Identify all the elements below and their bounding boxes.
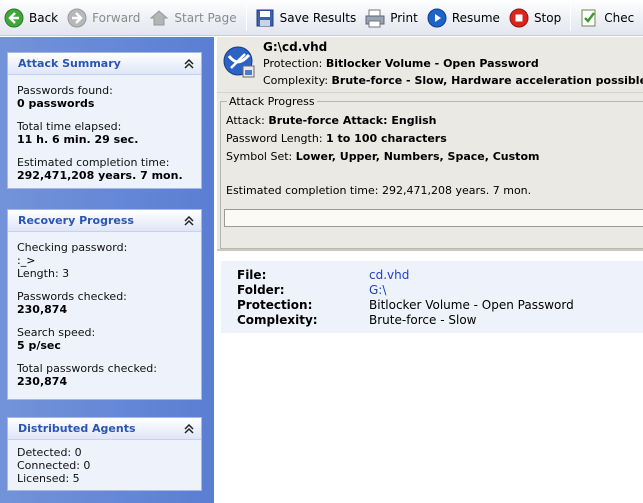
distributed-agents-panel: Distributed Agents Detected: 0 Connected… bbox=[7, 417, 202, 491]
attack-summary-title: Attack Summary bbox=[18, 57, 121, 70]
recovery-progress-title: Recovery Progress bbox=[18, 214, 134, 227]
symbol-set-line: Symbol Set: Lower, Upper, Numbers, Space… bbox=[226, 150, 540, 163]
completion-time-value: 292,471,208 years. 7 mon. bbox=[17, 169, 183, 182]
toolbar-separator bbox=[245, 4, 247, 31]
length-label: Length: 3 bbox=[17, 267, 70, 280]
printer-icon bbox=[364, 7, 386, 29]
file-link[interactable]: cd.vhd bbox=[369, 268, 409, 282]
file-details-panel: File: cd.vhd Folder: G:\ Protection: Bit… bbox=[221, 261, 643, 333]
password-length-line: Password Length: 1 to 100 characters bbox=[226, 132, 447, 145]
attack-progress-legend: Attack Progress bbox=[227, 95, 317, 108]
collapse-chevron-icon[interactable] bbox=[183, 215, 195, 227]
time-elapsed-value: 11 h. 6 min. 29 sec. bbox=[17, 133, 139, 146]
toolbar: Back Forward Start Page Save Results Pri… bbox=[0, 0, 643, 36]
back-button[interactable]: Back bbox=[0, 3, 63, 33]
total-checked-label: Total passwords checked: bbox=[17, 362, 157, 375]
check-document-icon bbox=[578, 7, 600, 29]
print-button[interactable]: Print bbox=[361, 3, 423, 33]
attack-progress-bar bbox=[224, 209, 643, 227]
completion-time-label: Estimated completion time: bbox=[17, 156, 170, 169]
main-area: G:\cd.vhd Protection: Bitlocker Volume -… bbox=[217, 37, 643, 503]
back-arrow-icon bbox=[3, 7, 25, 29]
search-speed-label: Search speed: bbox=[17, 326, 96, 339]
check-button[interactable]: Chec bbox=[575, 3, 639, 33]
attack-progress-section: Attack Progress Attack: Brute-force Atta… bbox=[217, 93, 643, 251]
home-icon bbox=[148, 7, 170, 29]
file-header: G:\cd.vhd Protection: Bitlocker Volume -… bbox=[217, 37, 643, 93]
toolbar-separator bbox=[570, 4, 572, 31]
forward-button[interactable]: Forward bbox=[63, 3, 145, 33]
forward-arrow-icon bbox=[66, 7, 88, 29]
passwords-found-label: Passwords found: bbox=[17, 84, 113, 97]
bitlocker-logo-icon bbox=[223, 46, 256, 80]
floppy-disk-icon bbox=[254, 7, 276, 29]
attack-summary-header[interactable]: Attack Summary bbox=[8, 53, 201, 75]
header-protection-line: Protection: Bitlocker Volume - Open Pass… bbox=[263, 57, 539, 70]
time-elapsed-label: Total time elapsed: bbox=[17, 120, 122, 133]
file-path-title: G:\cd.vhd bbox=[263, 40, 328, 54]
stop-button[interactable]: Stop bbox=[505, 3, 566, 33]
estimated-completion-line: Estimated completion time: 292,471,208 y… bbox=[226, 184, 532, 197]
play-icon bbox=[426, 7, 448, 29]
total-checked-value: 230,874 bbox=[17, 375, 68, 388]
agents-connected: Connected: 0 bbox=[17, 459, 91, 472]
save-results-button[interactable]: Save Results bbox=[251, 3, 362, 33]
passwords-found-value: 0 passwords bbox=[17, 97, 95, 110]
sidebar: Attack Summary Passwords found: 0 passwo… bbox=[0, 37, 214, 503]
start-page-button[interactable]: Start Page bbox=[145, 3, 241, 33]
attack-line: Attack: Brute-force Attack: English bbox=[226, 114, 437, 127]
search-speed-value: 5 p/sec bbox=[17, 339, 61, 352]
agents-licensed: Licensed: 5 bbox=[17, 472, 80, 485]
passwords-checked-value: 230,874 bbox=[17, 303, 68, 316]
recovery-progress-panel: Recovery Progress Checking password: :_>… bbox=[7, 209, 202, 400]
passwords-checked-label: Passwords checked: bbox=[17, 290, 127, 303]
resume-button[interactable]: Resume bbox=[423, 3, 505, 33]
header-complexity-line: Complexity: Brute-force - Slow, Hardware… bbox=[263, 74, 643, 87]
distributed-agents-header[interactable]: Distributed Agents bbox=[8, 418, 201, 440]
distributed-agents-title: Distributed Agents bbox=[18, 422, 136, 435]
collapse-chevron-icon[interactable] bbox=[183, 58, 195, 70]
collapse-chevron-icon[interactable] bbox=[183, 423, 195, 435]
checking-password-value: :_> bbox=[17, 254, 36, 267]
stop-icon bbox=[508, 7, 530, 29]
attack-summary-panel: Attack Summary Passwords found: 0 passwo… bbox=[7, 52, 202, 189]
attack-progress-group: Attack Progress Attack: Brute-force Atta… bbox=[220, 95, 643, 249]
checking-password-label: Checking password: bbox=[17, 241, 128, 254]
folder-link[interactable]: G:\ bbox=[369, 283, 386, 297]
agents-detected: Detected: 0 bbox=[17, 446, 82, 459]
recovery-progress-header[interactable]: Recovery Progress bbox=[8, 210, 201, 232]
